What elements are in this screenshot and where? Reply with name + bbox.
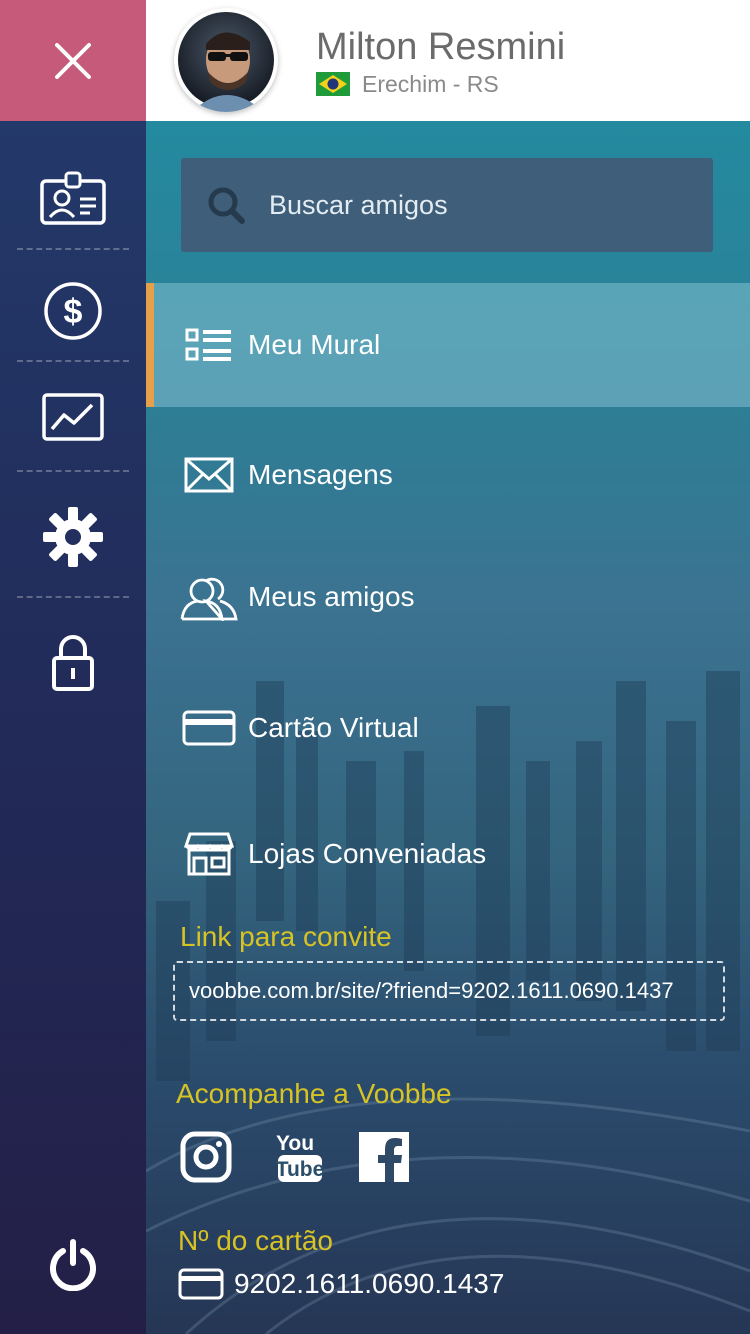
instagram-icon bbox=[180, 1131, 232, 1183]
logout-button[interactable] bbox=[0, 1238, 146, 1292]
close-icon bbox=[55, 42, 91, 79]
chart-icon bbox=[42, 393, 104, 441]
card-number: 9202.1611.0690.1437 bbox=[178, 1268, 504, 1300]
finance-button[interactable]: $ bbox=[0, 280, 146, 342]
profile-header: Milton Resmini Erechim - RS bbox=[146, 0, 750, 121]
rail-divider bbox=[17, 470, 129, 472]
friends-icon bbox=[180, 577, 238, 621]
security-button[interactable] bbox=[0, 632, 146, 692]
menu-item-meus-amigos[interactable]: Meus amigos bbox=[146, 535, 750, 659]
dollar-icon: $ bbox=[44, 282, 102, 340]
menu-item-mensagens[interactable]: Mensagens bbox=[146, 413, 750, 537]
lock-icon bbox=[52, 635, 94, 691]
search-icon bbox=[208, 187, 245, 224]
avatar-photo bbox=[178, 12, 274, 112]
facebook-link[interactable] bbox=[358, 1131, 410, 1183]
user-name: Milton Resmini bbox=[316, 26, 566, 68]
invite-link-field[interactable]: voobbe.com.br/site/?friend=9202.1611.069… bbox=[173, 961, 725, 1021]
rail-divider bbox=[17, 596, 129, 598]
card-icon bbox=[182, 710, 236, 746]
svg-text:You: You bbox=[276, 1132, 314, 1155]
location-text: Erechim - RS bbox=[362, 70, 499, 97]
instagram-link[interactable] bbox=[179, 1131, 233, 1183]
follow-title: Acompanhe a Voobbe bbox=[176, 1078, 452, 1109]
store-icon bbox=[184, 832, 234, 876]
menu-item-lojas-conveniadas[interactable]: Lojas Conveniadas bbox=[146, 792, 750, 916]
stats-button[interactable] bbox=[0, 392, 146, 442]
list-icon bbox=[185, 328, 231, 361]
card-number-title: Nº do cartão bbox=[178, 1225, 333, 1256]
power-icon bbox=[50, 1239, 96, 1291]
menu-label: Cartão Virtual bbox=[248, 712, 419, 743]
menu-label: Meu Mural bbox=[248, 329, 381, 360]
search-placeholder: Buscar amigos bbox=[269, 189, 448, 220]
active-indicator bbox=[146, 283, 154, 407]
menu-panel: Buscar amigos Meu Mural Mensagens Meus a… bbox=[146, 121, 750, 1334]
invite-link-text: voobbe.com.br/site/?friend=9202.1611.069… bbox=[189, 978, 674, 1003]
close-button[interactable] bbox=[0, 0, 146, 121]
rail-divider bbox=[17, 360, 129, 362]
facebook-icon bbox=[359, 1132, 409, 1182]
youtube-icon: You Tube bbox=[276, 1132, 324, 1182]
menu-label: Lojas Conveniadas bbox=[248, 838, 487, 869]
rail-divider bbox=[17, 248, 129, 250]
svg-text:$: $ bbox=[64, 293, 83, 331]
user-location: Erechim - RS bbox=[316, 70, 499, 98]
menu-item-cartao-virtual[interactable]: Cartão Virtual bbox=[146, 666, 750, 790]
envelope-icon bbox=[184, 457, 234, 493]
card-icon bbox=[178, 1268, 224, 1300]
youtube-link[interactable]: You Tube bbox=[274, 1131, 326, 1183]
invite-title: Link para convite bbox=[180, 921, 392, 952]
settings-button[interactable] bbox=[0, 505, 146, 569]
side-rail: $ bbox=[0, 0, 146, 1334]
brazil-flag-icon bbox=[316, 72, 350, 96]
card-number-text: 9202.1611.0690.1437 bbox=[234, 1268, 505, 1299]
menu-label: Mensagens bbox=[248, 459, 393, 490]
svg-text:Tube: Tube bbox=[276, 1158, 324, 1181]
gear-icon bbox=[43, 507, 103, 567]
menu-item-meu-mural[interactable]: Meu Mural bbox=[146, 283, 750, 407]
profile-button[interactable] bbox=[0, 168, 146, 228]
menu-label: Meus amigos bbox=[248, 581, 415, 612]
id-card-icon bbox=[40, 171, 106, 225]
search-friends-input[interactable]: Buscar amigos bbox=[181, 158, 713, 252]
avatar[interactable] bbox=[174, 8, 278, 112]
